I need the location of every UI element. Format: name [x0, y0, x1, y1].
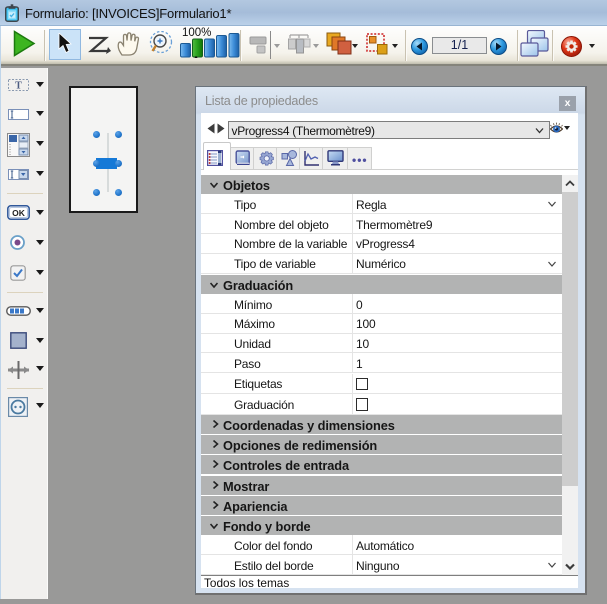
svg-text:OK: OK: [12, 208, 26, 218]
svg-text:T: T: [15, 81, 22, 92]
